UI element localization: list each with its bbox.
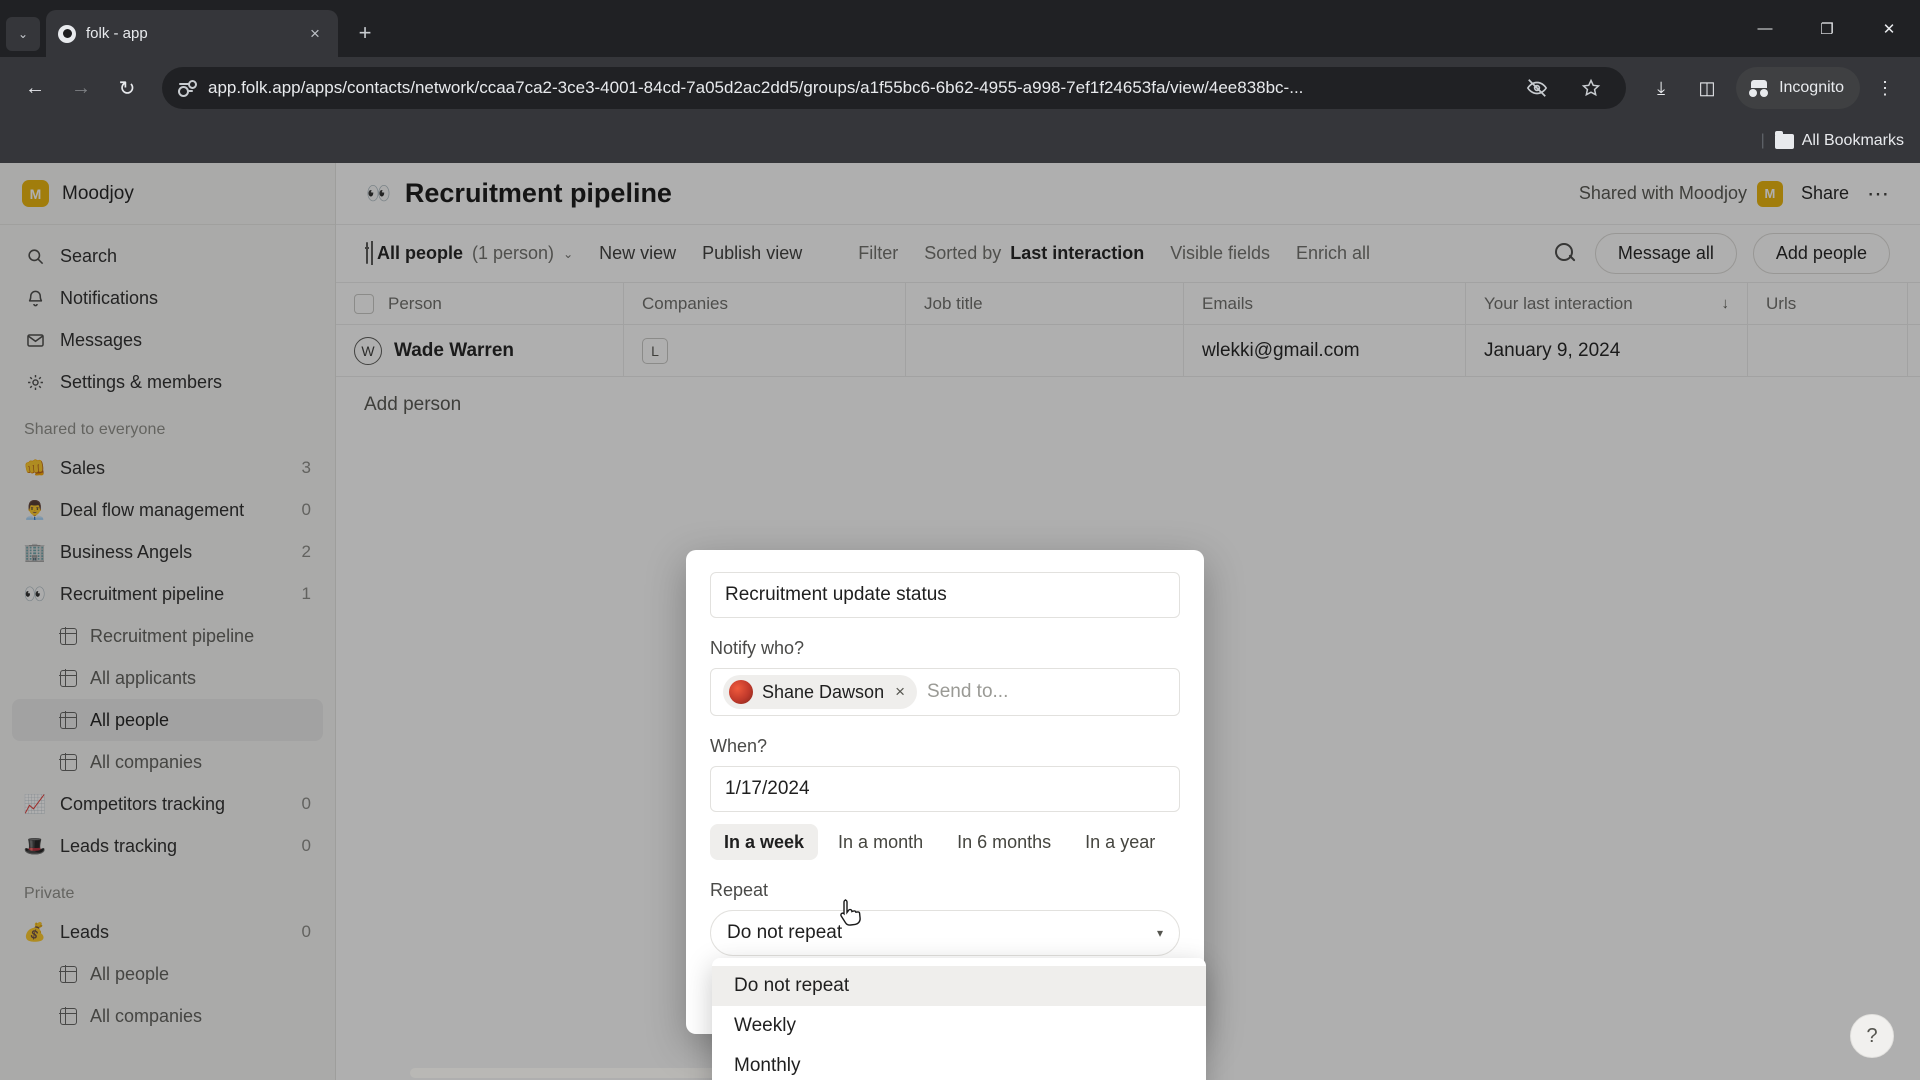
repeat-selected-value: Do not repeat xyxy=(727,922,843,943)
help-button[interactable]: ? xyxy=(1850,1014,1894,1058)
maximize-icon[interactable]: ❐ xyxy=(1796,0,1858,57)
repeat-label: Repeat xyxy=(710,880,769,900)
new-tab-button[interactable]: + xyxy=(348,16,382,50)
notify-who-placeholder: Send to... xyxy=(927,681,1009,702)
tab-title: folk - app xyxy=(86,25,148,42)
browser-tab[interactable]: folk - app × xyxy=(46,10,338,57)
bookmark-star-icon[interactable] xyxy=(1570,67,1612,109)
recipient-chip[interactable]: Shane Dawson × xyxy=(723,675,918,709)
page-settings-icon[interactable] xyxy=(176,78,197,98)
quick-option-in-a-week[interactable]: In a week xyxy=(710,824,819,860)
notify-who-field[interactable]: Shane Dawson × Send to... xyxy=(710,668,1180,716)
when-label: When? xyxy=(710,736,768,756)
incognito-label: Incognito xyxy=(1779,79,1844,96)
chrome-menu-icon[interactable]: ⋮ xyxy=(1864,67,1906,109)
dropdown-option-weekly[interactable]: Weekly xyxy=(712,1006,1206,1046)
url-text: app.folk.app/apps/contacts/network/ccaa7… xyxy=(208,78,1304,97)
repeat-dropdown-menu: Do not repeat Weekly Monthly Semi-annual… xyxy=(712,958,1206,1080)
forward-icon[interactable]: → xyxy=(60,67,102,109)
quick-option-in-6-months[interactable]: In 6 months xyxy=(943,824,1065,860)
close-tab-icon[interactable]: × xyxy=(304,25,326,42)
browser-toolbar: ← → ↻ app.folk.app/apps/contacts/network… xyxy=(0,57,1920,119)
reload-icon[interactable]: ↻ xyxy=(106,67,148,109)
remove-recipient-icon[interactable]: × xyxy=(895,682,905,702)
application-area: M Moodjoy Search Notifications Messages … xyxy=(0,163,1920,1080)
minimize-icon[interactable]: — xyxy=(1734,0,1796,57)
side-panel-icon[interactable]: ◫ xyxy=(1686,67,1728,109)
address-bar[interactable]: app.folk.app/apps/contacts/network/ccaa7… xyxy=(162,67,1627,109)
window-controls: — ❐ ✕ xyxy=(1734,0,1920,57)
when-date-input[interactable] xyxy=(710,766,1180,812)
tab-search-icon[interactable]: ⌄ xyxy=(6,17,40,51)
incognito-indicator[interactable]: Incognito xyxy=(1736,67,1860,109)
folk-favicon-icon xyxy=(58,24,76,43)
repeat-select[interactable]: Do not repeat ▾ xyxy=(710,910,1180,956)
all-bookmarks-label: All Bookmarks xyxy=(1801,132,1904,149)
incognito-icon xyxy=(1748,77,1770,99)
notify-who-label: Notify who? xyxy=(710,638,805,658)
recipient-name: Shane Dawson xyxy=(762,681,885,702)
avatar xyxy=(729,680,753,704)
quick-option-in-a-year[interactable]: In a year xyxy=(1071,824,1169,860)
all-bookmarks-button[interactable]: All Bookmarks xyxy=(1774,130,1904,150)
close-window-icon[interactable]: ✕ xyxy=(1858,0,1920,57)
quick-option-in-a-month[interactable]: In a month xyxy=(824,824,937,860)
back-icon[interactable]: ← xyxy=(14,67,56,109)
chevron-down-icon: ▾ xyxy=(1156,926,1163,940)
dropdown-option-do-not-repeat[interactable]: Do not repeat xyxy=(712,966,1206,1006)
hide-password-icon[interactable] xyxy=(1516,67,1558,109)
downloads-icon[interactable]: ⤓ xyxy=(1640,67,1682,109)
when-quick-options: In a week In a month In 6 months In a ye… xyxy=(710,824,1180,860)
tab-strip: ⌄ folk - app × + — ❐ ✕ xyxy=(0,0,1920,57)
reminder-title-input[interactable] xyxy=(710,572,1180,618)
bookmarks-bar: | All Bookmarks xyxy=(0,119,1920,163)
bookmark-separator: | xyxy=(1760,132,1765,149)
folder-icon xyxy=(1774,130,1794,149)
dropdown-option-monthly[interactable]: Monthly xyxy=(712,1046,1206,1080)
browser-window: ⌄ folk - app × + — ❐ ✕ ← → ↻ app.folk.ap… xyxy=(0,0,1920,1080)
